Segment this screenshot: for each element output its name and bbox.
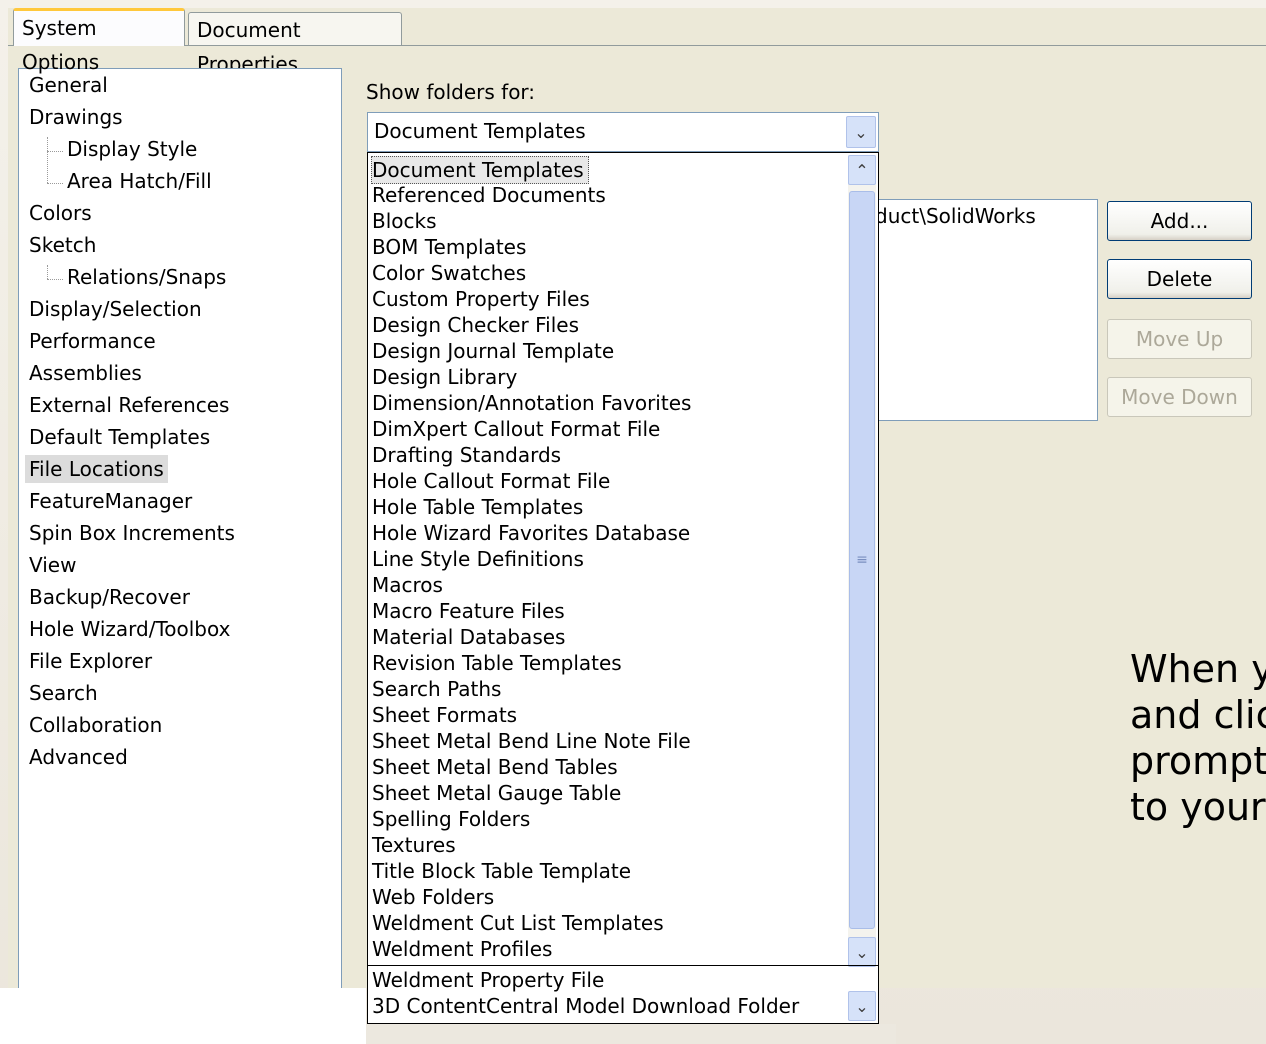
grip-icon: ≡ xyxy=(856,552,868,568)
tree-item-default-templates[interactable]: Default Templates xyxy=(29,423,210,451)
tree-item-advanced[interactable]: Advanced xyxy=(29,743,128,771)
options-tree[interactable]: General Drawings Display Style Area Hatc… xyxy=(18,68,342,998)
move-down-button[interactable]: Move Down xyxy=(1107,377,1252,417)
tree-item-display-selection[interactable]: Display/Selection xyxy=(29,295,202,323)
slide-caption-line: to your xyxy=(1130,785,1266,829)
dropdown-option[interactable]: Web Folders xyxy=(372,884,494,910)
tree-item-collaboration[interactable]: Collaboration xyxy=(29,711,162,739)
folder-list[interactable]: duct\SolidWorks xyxy=(870,199,1098,421)
dropdown-option[interactable]: 3D ContentCentral Model Download Folder xyxy=(372,993,799,1019)
slide-margin xyxy=(0,988,366,1044)
show-folders-dropdown-list[interactable]: Document Templates Referenced Documents … xyxy=(367,152,879,1024)
dropdown-option[interactable]: Document Templates xyxy=(371,156,589,184)
dropdown-option[interactable]: BOM Templates xyxy=(372,234,526,260)
scroll-thumb[interactable]: ≡ xyxy=(849,191,875,929)
dropdown-option[interactable]: Weldment Cut List Templates xyxy=(372,910,664,936)
tree-item-external-references[interactable]: External References xyxy=(29,391,229,419)
tab-document-properties[interactable]: Document Properties xyxy=(188,12,402,76)
dropdown-option[interactable]: Referenced Documents xyxy=(372,182,606,208)
dropdown-option[interactable]: Weldment Property File xyxy=(372,967,604,993)
dropdown-option[interactable]: Blocks xyxy=(372,208,437,234)
dropdown-option[interactable]: Spelling Folders xyxy=(372,806,530,832)
tree-item-spin-box-increments[interactable]: Spin Box Increments xyxy=(29,519,235,547)
slide-caption-line: When y xyxy=(1130,647,1266,691)
show-folders-combo[interactable]: Document Templates ⌄ xyxy=(367,112,879,152)
tab-system-options[interactable]: System Options xyxy=(13,8,185,74)
chevron-down-icon[interactable]: ⌄ xyxy=(848,937,876,967)
tree-connector xyxy=(47,137,48,183)
tree-connector xyxy=(47,279,63,280)
tree-item-display-style[interactable]: Display Style xyxy=(67,135,197,163)
move-up-button[interactable]: Move Up xyxy=(1107,319,1252,359)
dropdown-option[interactable]: Design Checker Files xyxy=(372,312,579,338)
tree-item-sketch[interactable]: Sketch xyxy=(29,231,96,259)
dropdown-option[interactable]: Hole Callout Format File xyxy=(372,468,610,494)
dropdown-option[interactable]: Sheet Metal Bend Line Note File xyxy=(372,728,691,754)
show-folders-label: Show folders for: xyxy=(366,80,536,104)
chevron-down-icon[interactable]: ⌄ xyxy=(848,991,876,1021)
dropdown-option[interactable]: Design Journal Template xyxy=(372,338,614,364)
tab-panel-border xyxy=(8,45,1266,46)
tree-item-file-locations[interactable]: File Locations xyxy=(25,455,168,483)
dropdown-option[interactable]: Drafting Standards xyxy=(372,442,561,468)
dropdown-scrollbar[interactable]: ⌃ ≡ ⌄ xyxy=(848,155,876,967)
tree-item-relations-snaps[interactable]: Relations/Snaps xyxy=(67,263,226,291)
dropdown-option[interactable]: Sheet Metal Bend Tables xyxy=(372,754,618,780)
slide-margin xyxy=(366,1024,896,1044)
combo-selected-value: Document Templates xyxy=(374,119,586,143)
tree-item-file-explorer[interactable]: File Explorer xyxy=(29,647,152,675)
slide-caption: When y and clic prompt to your xyxy=(1130,646,1266,830)
tree-connector xyxy=(47,151,63,152)
dropdown-option[interactable]: Textures xyxy=(372,832,456,858)
tree-item-performance[interactable]: Performance xyxy=(29,327,156,355)
folder-path: duct\SolidWorks xyxy=(875,204,1036,228)
dropdown-option[interactable]: Weldment Profiles xyxy=(372,936,552,962)
dropdown-option[interactable]: Hole Table Templates xyxy=(372,494,583,520)
dropdown-option[interactable]: Custom Property Files xyxy=(372,286,590,312)
dropdown-option[interactable]: Search Paths xyxy=(372,676,501,702)
tree-item-search[interactable]: Search xyxy=(29,679,98,707)
dropdown-option[interactable]: Sheet Metal Gauge Table xyxy=(372,780,621,806)
chevron-down-icon[interactable]: ⌄ xyxy=(846,116,876,148)
dropdown-option[interactable]: Material Databases xyxy=(372,624,565,650)
tree-item-featuremanager[interactable]: FeatureManager xyxy=(29,487,192,515)
dropdown-option[interactable]: DimXpert Callout Format File xyxy=(372,416,660,442)
dropdown-option[interactable]: Macros xyxy=(372,572,443,598)
list-divider xyxy=(368,965,878,966)
tree-connector xyxy=(47,183,63,184)
dropdown-option[interactable]: Color Swatches xyxy=(372,260,526,286)
tree-item-drawings[interactable]: Drawings xyxy=(29,103,123,131)
add-button[interactable]: Add... xyxy=(1107,201,1252,241)
tree-item-backup-recover[interactable]: Backup/Recover xyxy=(29,583,190,611)
tree-item-assemblies[interactable]: Assemblies xyxy=(29,359,142,387)
dropdown-option[interactable]: Line Style Definitions xyxy=(372,546,584,572)
dropdown-option[interactable]: Design Library xyxy=(372,364,517,390)
tree-item-colors[interactable]: Colors xyxy=(29,199,92,227)
dropdown-option[interactable]: Dimension/Annotation Favorites xyxy=(372,390,691,416)
slide-caption-line: prompt xyxy=(1130,739,1266,783)
dropdown-option[interactable]: Macro Feature Files xyxy=(372,598,565,624)
tree-item-area-hatch[interactable]: Area Hatch/Fill xyxy=(67,167,212,195)
dropdown-option[interactable]: Revision Table Templates xyxy=(372,650,622,676)
tree-connector xyxy=(47,265,48,279)
chevron-up-icon[interactable]: ⌃ xyxy=(848,155,876,185)
tree-item-hole-wizard-toolbox[interactable]: Hole Wizard/Toolbox xyxy=(29,615,230,643)
slide-caption-line: and clic xyxy=(1130,693,1266,737)
delete-button[interactable]: Delete xyxy=(1107,259,1252,299)
dropdown-option[interactable]: Hole Wizard Favorites Database xyxy=(372,520,690,546)
tree-item-view[interactable]: View xyxy=(29,551,76,579)
dropdown-option[interactable]: Title Block Table Template xyxy=(372,858,631,884)
dropdown-option[interactable]: Sheet Formats xyxy=(372,702,517,728)
tab-label: System Options xyxy=(22,16,100,74)
